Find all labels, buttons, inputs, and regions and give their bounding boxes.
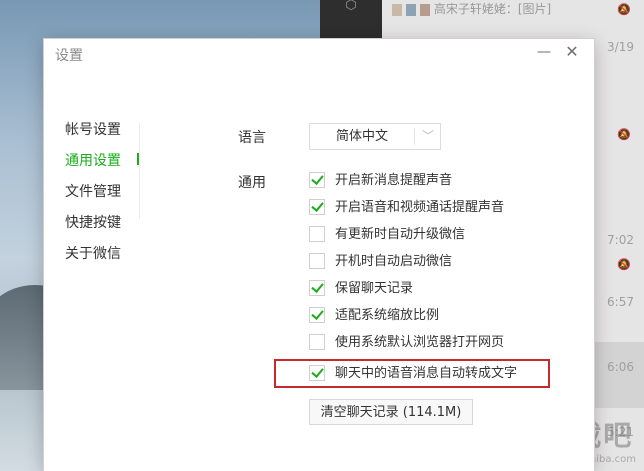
group-avatars [392,3,430,16]
chat-preview-text: 高宋子轩姥姥：[图片] [433,2,552,16]
nav-active-marker [137,153,139,165]
checkbox[interactable] [309,280,325,296]
nav-item-files[interactable]: 文件管理 [65,181,145,201]
nav-item-account[interactable]: 帐号设置 [65,119,145,139]
checkbox[interactable] [309,334,325,350]
mute-icon: 🔕 [617,258,631,271]
checkmark-icon [311,199,324,212]
checkmark-icon [311,307,324,320]
nav-divider [139,123,140,219]
highlight-annotation-box [274,359,550,388]
chat-time: 6:06 [607,360,634,374]
checkmark-icon [311,280,324,293]
checkmark-icon [311,172,324,185]
wechat-sidebar-icon[interactable]: ⬡ [342,0,360,12]
nav-item-about[interactable]: 关于微信 [65,243,145,263]
option-label: 有更新时自动升级微信 [335,227,466,242]
language-value: 简体中文 [335,129,388,144]
nav-item-general[interactable]: 通用设置 [65,150,145,170]
checkbox[interactable] [309,307,325,323]
language-label: 语言 [238,130,266,146]
checkbox[interactable] [309,253,325,269]
close-button[interactable]: ✕ [562,43,582,61]
mute-icon: 🔕 [617,128,631,141]
chat-preview[interactable]: 高宋子轩姥姥：[图片] [392,0,551,17]
chevron-down-icon[interactable]: ﹀ [421,127,435,145]
minimize-button[interactable]: — [534,43,554,61]
select-divider [414,128,415,145]
chat-time: 6:57 [607,295,634,309]
nav-item-shortcuts[interactable]: 快捷按键 [65,212,145,232]
checkbox[interactable] [309,172,325,188]
chat-time: 3/19 [607,40,634,54]
option-label: 开启新消息提醒声音 [335,173,453,188]
option-label: 适配系统缩放比例 [335,308,440,323]
checkbox[interactable] [309,199,325,215]
option-label: 使用系统默认浏览器打开网页 [335,335,505,350]
settings-dialog: 设置 — ✕ 帐号设置 通用设置 文件管理 快捷按键 关于微信 语言 简体中文 … [44,39,594,471]
option-label: 开启语音和视频通话提醒声音 [335,200,505,215]
mute-icon: 🔕 [617,3,631,16]
dialog-title: 设置 [55,48,83,64]
option-label: 保留聊天记录 [335,281,414,296]
option-label: 开机时自动启动微信 [335,254,453,269]
clear-history-button[interactable]: 清空聊天记录 (114.1M) [309,399,473,425]
checkbox[interactable] [309,226,325,242]
chat-time: 7:02 [607,233,634,247]
language-select[interactable]: 简体中文 ﹀ [309,123,441,150]
general-label: 通用 [238,175,266,191]
